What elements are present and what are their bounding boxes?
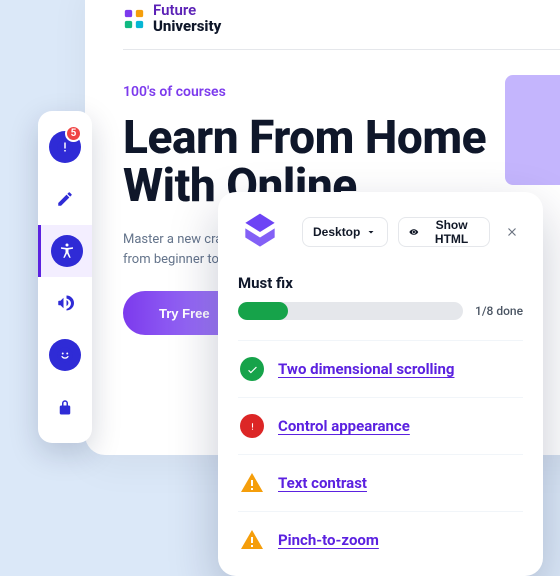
toolbar-item-feedback[interactable]: [38, 329, 92, 381]
issue-link[interactable]: Text contrast: [278, 474, 367, 492]
warning-icon: [240, 528, 264, 552]
divider: [123, 49, 560, 50]
close-button[interactable]: [500, 218, 523, 246]
close-icon: [505, 225, 519, 239]
check-icon: [240, 357, 264, 381]
issue-link[interactable]: Control appearance: [278, 417, 410, 435]
smile-icon: [56, 346, 74, 364]
megaphone-icon: [56, 294, 74, 312]
issue-link[interactable]: Pinch-to-zoom: [278, 531, 379, 549]
issue-row[interactable]: Pinch-to-zoom: [238, 511, 523, 568]
toolbar-item-edit[interactable]: [38, 173, 92, 225]
issue-toolbar: 5: [38, 111, 92, 443]
cta-label: Try Free: [159, 306, 210, 321]
eye-icon: [409, 226, 419, 238]
toolbar-item-alerts[interactable]: 5: [38, 121, 92, 173]
accessibility-icon: [58, 242, 76, 260]
issue-link[interactable]: Two dimensional scrolling: [278, 360, 454, 378]
brand-line2: University: [153, 19, 221, 35]
hero-accent-block: [505, 75, 560, 185]
mustfix-heading: Must fix: [238, 274, 523, 292]
eyebrow: 100's of courses: [123, 84, 560, 100]
error-icon: [240, 414, 264, 438]
toolbar-item-announce[interactable]: [38, 277, 92, 329]
viewport-label: Desktop: [313, 225, 360, 239]
issue-row[interactable]: Two dimensional scrolling: [238, 340, 523, 397]
show-html-label: Show HTML: [424, 218, 479, 246]
progress-bar: [238, 302, 463, 320]
toolbar-item-lock[interactable]: [38, 381, 92, 433]
issue-row[interactable]: Text contrast: [238, 454, 523, 511]
pencil-icon: [56, 190, 74, 208]
alerts-badge: 5: [65, 125, 82, 142]
lock-icon: [56, 398, 74, 416]
panel-logo-icon: [238, 210, 282, 254]
issue-row[interactable]: Control appearance: [238, 397, 523, 454]
site-logo: Future University: [123, 3, 560, 35]
toolbar-item-accessibility[interactable]: [38, 225, 92, 277]
viewport-select[interactable]: Desktop: [302, 217, 388, 247]
accessibility-panel: Desktop Show HTML Must fix 1/8 done Two …: [218, 192, 543, 576]
brand-icon: [123, 8, 145, 30]
show-html-button[interactable]: Show HTML: [398, 217, 490, 247]
warning-icon: [240, 471, 264, 495]
chevron-down-icon: [365, 226, 377, 238]
progress-text: 1/8 done: [475, 304, 523, 318]
